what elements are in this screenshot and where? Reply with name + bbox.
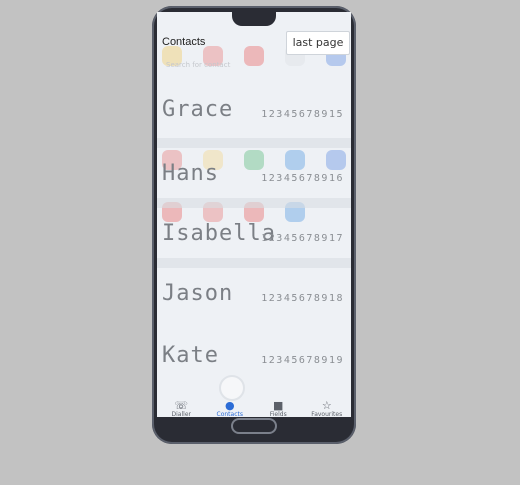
tab-label: Contacts <box>216 411 243 418</box>
row-divider <box>157 138 351 148</box>
row-divider <box>157 198 351 208</box>
contact-row[interactable]: Grace 12345678915 <box>162 86 348 126</box>
phone-notch <box>232 10 276 26</box>
home-button[interactable] <box>231 418 277 434</box>
search-input[interactable]: Search for contact <box>166 61 316 75</box>
contact-name: Jason <box>162 281 234 306</box>
last-page-button[interactable]: last page <box>286 31 350 55</box>
contact-row[interactable]: Isabella 12345678917 <box>162 210 348 250</box>
row-divider <box>157 258 351 268</box>
star-icon: ☆ <box>321 399 332 412</box>
contact-number: 12345678917 <box>261 233 344 244</box>
tab-favourites[interactable]: ☆ Favourites <box>304 399 350 418</box>
contact-row[interactable]: Jason 12345678918 <box>162 270 348 310</box>
contacts-icon: ● <box>224 399 235 412</box>
tab-label: Dialler <box>171 411 191 418</box>
contact-name: Hans <box>162 161 219 186</box>
contact-number: 12345678918 <box>261 293 344 304</box>
contact-name: Kate <box>162 343 219 368</box>
contact-name: Isabella <box>162 221 276 246</box>
bottom-tab-bar: ☏ Dialler ● Contacts ■ Fields ☆ Favourit… <box>157 392 351 418</box>
tab-label: Fields <box>269 411 287 418</box>
fields-icon: ■ <box>273 399 284 412</box>
contact-number: 12345678916 <box>261 173 344 184</box>
tab-label: Favourites <box>311 411 343 418</box>
page-title: Contacts <box>162 36 206 48</box>
phone-icon: ☏ <box>174 399 189 412</box>
tab-fields[interactable]: ■ Fields <box>255 399 301 418</box>
contact-name: Grace <box>162 97 234 122</box>
contact-row[interactable]: Kate 12345678919 <box>162 332 348 372</box>
tab-contacts[interactable]: ● Contacts <box>207 399 253 418</box>
contact-number: 12345678915 <box>261 109 344 120</box>
contact-row[interactable]: Hans 12345678916 <box>162 150 348 190</box>
contact-number: 12345678919 <box>261 355 344 366</box>
tab-dialler[interactable]: ☏ Dialler <box>158 399 204 418</box>
